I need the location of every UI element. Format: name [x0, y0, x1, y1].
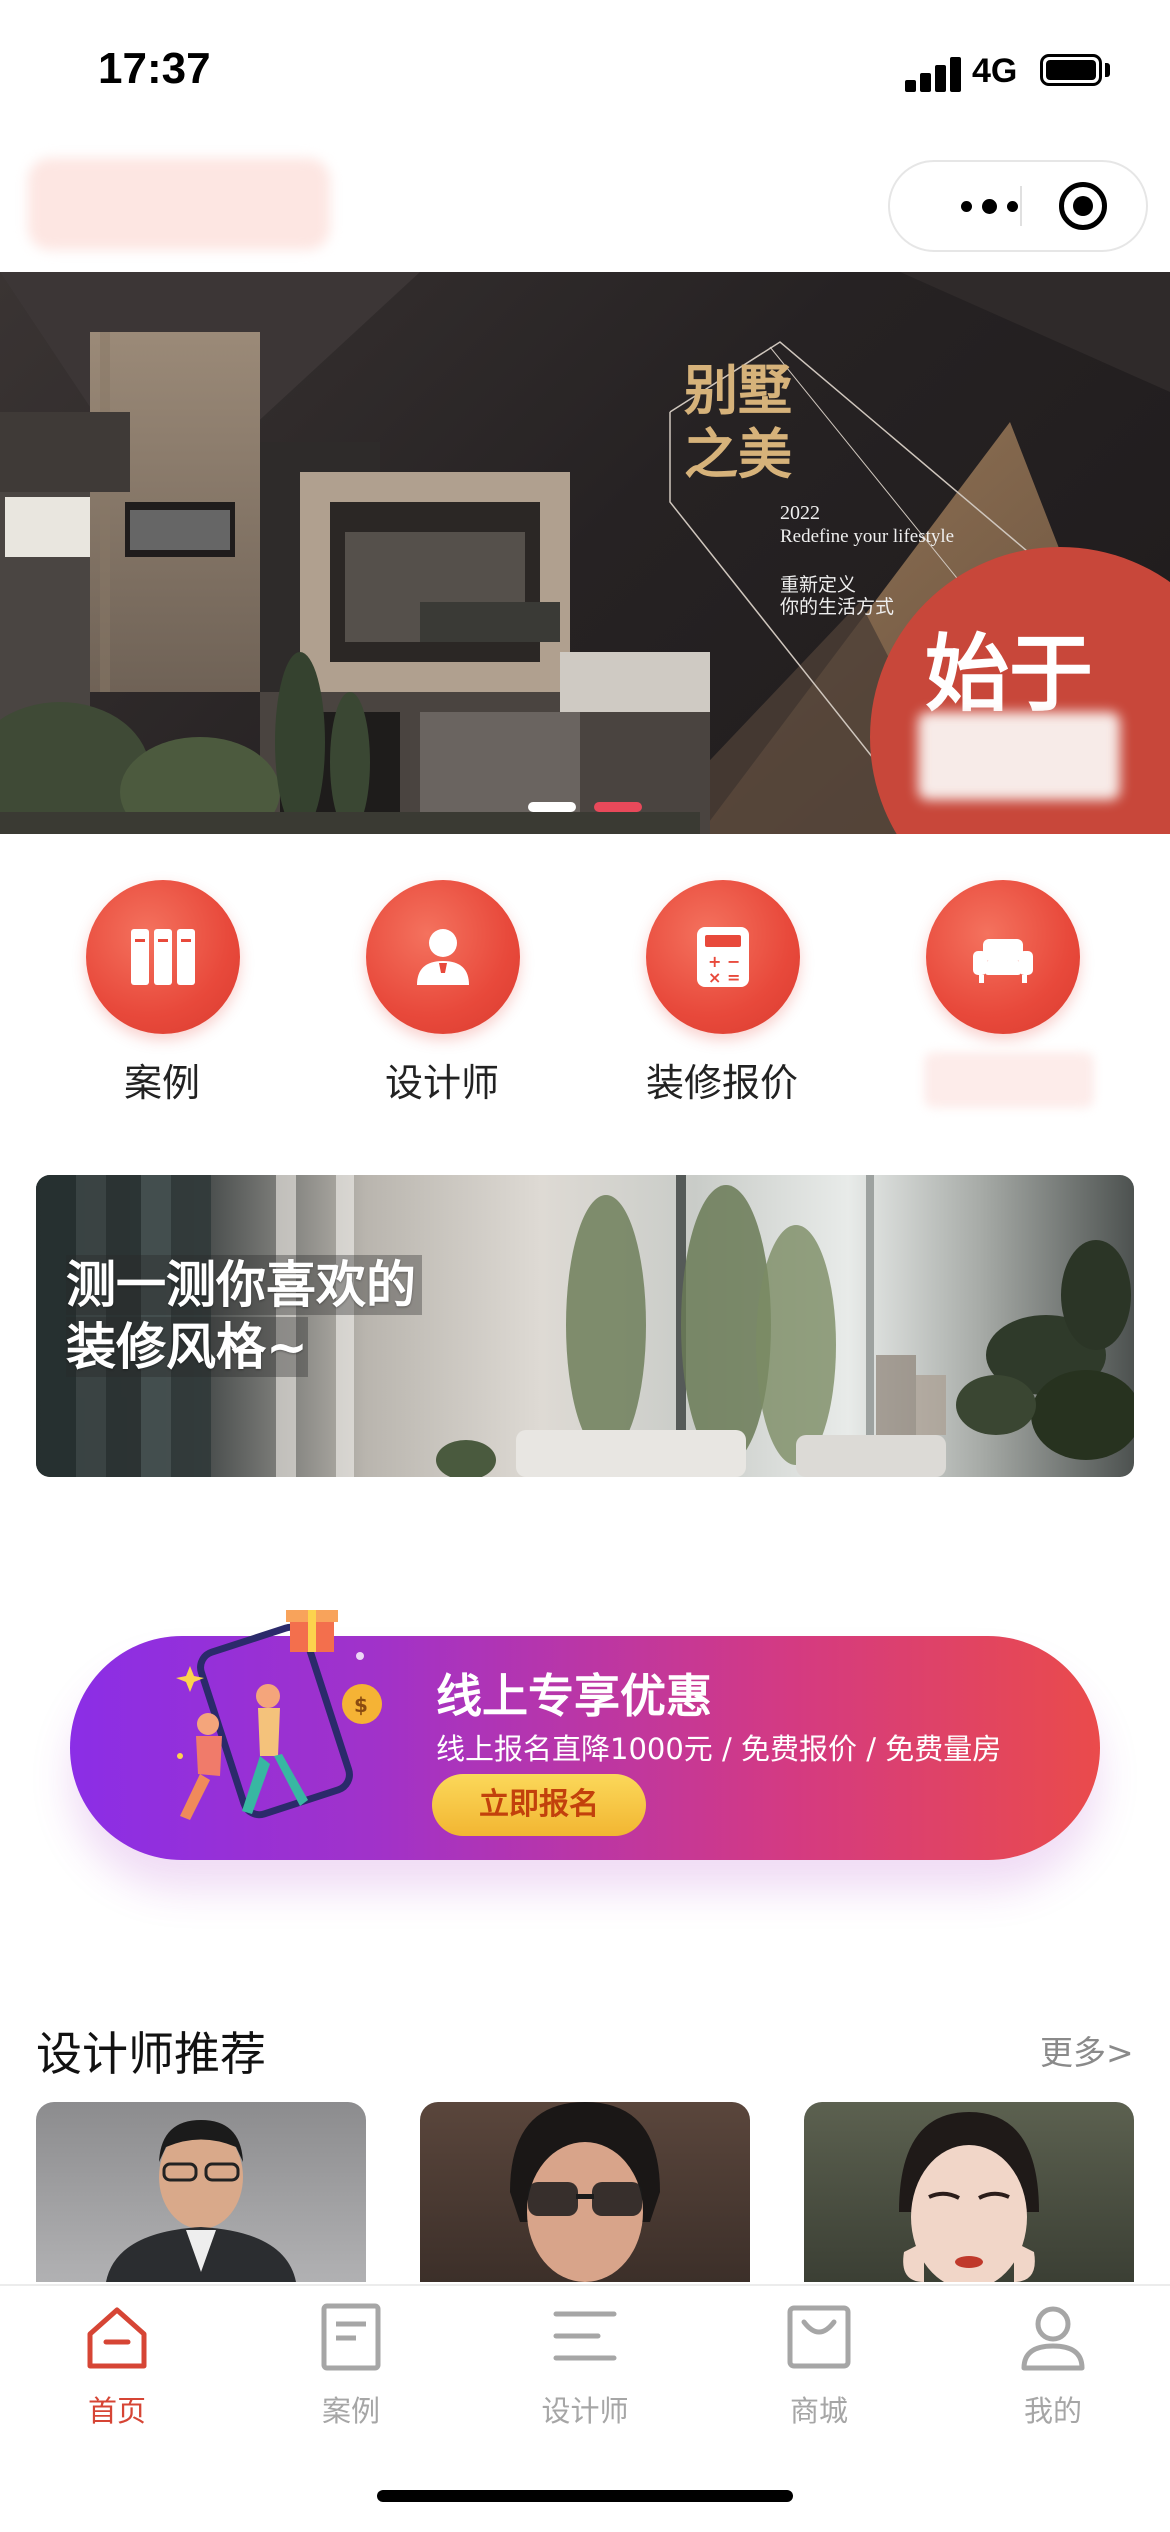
hero-banner[interactable]: 别墅 之美 2022 Redefine your lifestyle 重新定义 …	[0, 272, 1170, 834]
capsule-divider	[1020, 186, 1022, 226]
battery-tip	[1105, 63, 1110, 77]
signal-icon	[905, 56, 961, 92]
quick-nav-furniture[interactable]	[902, 870, 1102, 1108]
status-time: 17:37	[98, 44, 211, 93]
hero-blurred-brand	[918, 712, 1120, 800]
tab-label: 商城	[789, 2394, 848, 2428]
designer-card[interactable]	[36, 2102, 366, 2282]
designer-photo-2	[510, 2102, 660, 2282]
quick-nav-case[interactable]: 案例	[62, 870, 262, 1105]
promo-title: 线上专享优惠	[436, 1669, 712, 1723]
hero-begin-text: 始于	[925, 624, 1094, 723]
sofa-icon	[926, 880, 1080, 1034]
svg-text:=: =	[727, 968, 740, 987]
blurred-app-title	[28, 158, 330, 250]
promo-subtitle: 线上报名直降1000元 / 免费报价 / 免费量房	[436, 1732, 1002, 1766]
quick-nav: 案例 设计师 + − × = 装修报价	[0, 870, 1170, 1110]
pager-dot[interactable]	[528, 802, 576, 812]
tab-home[interactable]: 首页	[0, 2286, 234, 2446]
svg-text:×: ×	[708, 968, 721, 987]
designer-card[interactable]	[420, 2102, 750, 2282]
designer-photo-1	[106, 2120, 296, 2282]
mini-program-home: 17:37 4G 别墅 之美 2022 Redefine your lifest…	[0, 0, 1170, 2532]
hero-title: 别墅 之美	[684, 358, 792, 486]
tab-label: 首页	[87, 2394, 146, 2428]
sign-up-button[interactable]: 立即报名	[432, 1774, 646, 1836]
hero-slogan-en: Redefine your lifestyle	[780, 526, 955, 547]
online-promo-banner[interactable]: $ 线上专享优惠 线上报名直降1000元 / 免费报价 / 免费量房 立即报名	[70, 1610, 1100, 1860]
hero-slogan-cn-2: 你的生活方式	[780, 596, 895, 618]
more-options-icon[interactable]	[930, 162, 1048, 250]
calculator-icon: + − × =	[646, 880, 800, 1034]
carousel-pager	[528, 802, 642, 812]
tab-shop[interactable]: 商城	[702, 2286, 936, 2446]
network-type: 4G	[972, 52, 1018, 90]
tab-designers[interactable]: 设计师	[468, 2286, 702, 2446]
blurred-label	[924, 1052, 1094, 1108]
hero-year: 2022	[780, 502, 820, 524]
quick-nav-designer[interactable]: 设计师	[342, 870, 542, 1105]
battery-icon	[1040, 54, 1102, 86]
case-books-icon	[86, 880, 240, 1034]
close-program-icon[interactable]	[1059, 182, 1107, 230]
document-icon	[321, 2303, 381, 2371]
designer-photo-3	[899, 2112, 1039, 2282]
svg-text:$: $	[354, 1693, 368, 1717]
more-designers-link[interactable]: 更多>	[1040, 2026, 1134, 2074]
tab-profile[interactable]: 我的	[936, 2286, 1170, 2446]
quick-nav-label: 装修报价	[645, 1061, 798, 1105]
quick-nav-label: 设计师	[384, 1061, 499, 1105]
designer-person-icon	[366, 880, 520, 1034]
quick-nav-quote[interactable]: + − × = 装修报价	[622, 870, 822, 1105]
mini-program-capsule	[888, 160, 1148, 252]
quick-nav-label: 案例	[123, 1061, 200, 1105]
section-title-designers: 设计师推荐	[36, 2027, 266, 2081]
designer-card[interactable]	[804, 2102, 1134, 2282]
tab-label: 我的	[1023, 2394, 1082, 2428]
user-icon	[1021, 2306, 1085, 2371]
tab-label: 设计师	[541, 2394, 629, 2428]
status-bar: 17:37 4G	[0, 0, 1170, 150]
home-indicator	[377, 2490, 793, 2502]
celebration-illustration: $	[176, 1610, 382, 1820]
style-quiz-banner[interactable]: 测一测你喜欢的 装修风格~	[36, 1175, 1134, 1477]
quiz-title-line-2: 装修风格~	[66, 1317, 308, 1377]
tab-cases[interactable]: 案例	[234, 2286, 468, 2446]
tab-label: 案例	[321, 2394, 380, 2428]
menu-lines-icon	[553, 2311, 617, 2361]
pager-dot-active[interactable]	[594, 802, 642, 812]
home-icon	[87, 2307, 147, 2369]
quiz-title-line-1: 测一测你喜欢的	[66, 1255, 422, 1315]
shopping-bag-icon	[787, 2305, 851, 2369]
